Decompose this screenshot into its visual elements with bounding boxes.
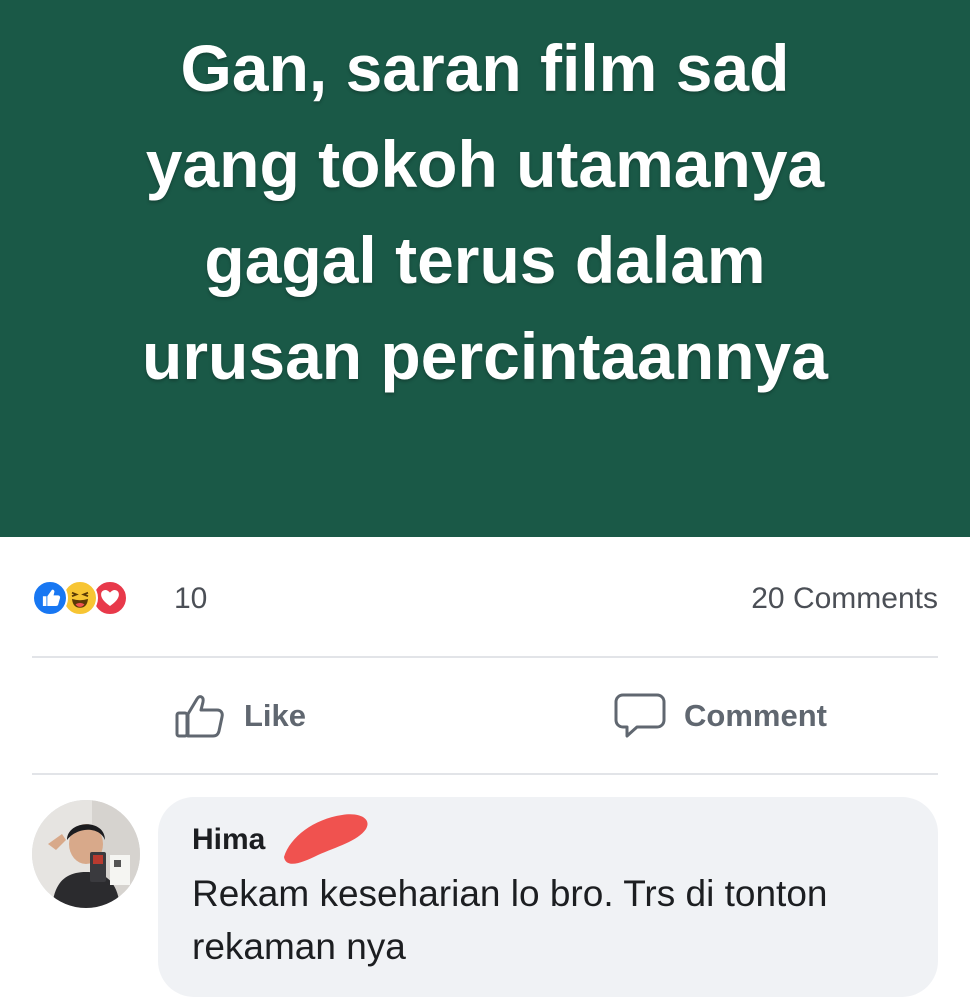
divider (32, 773, 938, 775)
like-reaction-icon (32, 580, 68, 616)
post-text-line: yang tokoh utamanya (145, 127, 825, 201)
post-text-line: gagal terus dalam (204, 223, 766, 297)
comments-count-link[interactable]: 20 Comments (751, 582, 938, 616)
thumbs-up-icon (175, 695, 224, 738)
like-button[interactable]: Like (174, 688, 306, 744)
redaction-scribble (284, 814, 368, 864)
post-text: Gan, saran film sad yang tokoh utamanya … (0, 20, 970, 404)
comment-bubble: Hima Rekam keseharian lo bro. Trs di ton… (158, 797, 938, 997)
avatar[interactable] (32, 800, 140, 908)
comment-text: Rekam keseharian lo bro. Trs di tonton r… (192, 873, 828, 967)
reactions-summary[interactable]: 10 20 Comments (32, 576, 938, 620)
like-label: Like (244, 698, 307, 733)
comment-label: Comment (684, 698, 827, 733)
post-text-line: urusan percintaannya (142, 319, 828, 393)
post-text-line: Gan, saran film sad (180, 31, 790, 105)
commenter-name[interactable]: Hima (192, 823, 265, 857)
comment-icon (614, 693, 666, 738)
divider (32, 656, 938, 658)
post-banner: Gan, saran film sad yang tokoh utamanya … (0, 0, 970, 537)
reaction-count: 10 (174, 582, 208, 615)
comment-button[interactable]: Comment (614, 688, 827, 744)
